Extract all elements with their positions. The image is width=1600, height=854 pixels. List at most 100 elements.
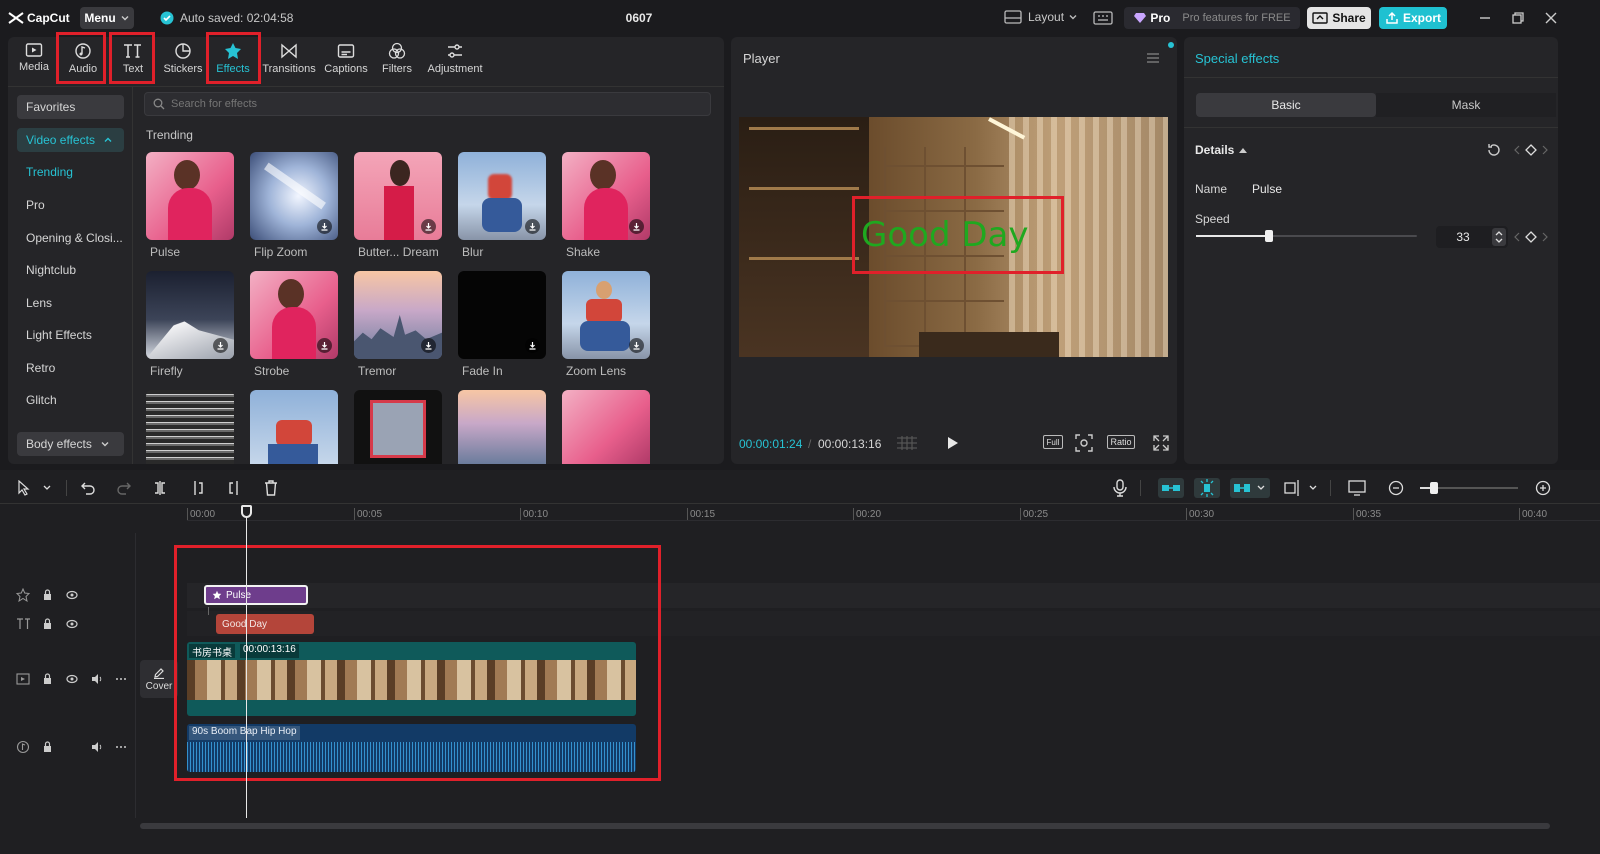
main-track-magnet-button[interactable]	[1158, 478, 1184, 498]
category-opening-closing[interactable]: Opening & Closi...	[17, 226, 124, 250]
tab-basic[interactable]: Basic	[1196, 93, 1376, 117]
tab-adjustment[interactable]: Adjustment	[427, 42, 483, 80]
effect-card-tremor[interactable]	[354, 271, 442, 359]
menu-button[interactable]: Menu	[80, 7, 134, 29]
effect-card-pulse[interactable]	[146, 152, 234, 240]
details-section-header[interactable]: Details	[1195, 143, 1248, 157]
tab-transitions[interactable]: Transitions	[262, 42, 316, 80]
tab-text[interactable]: Text	[108, 42, 158, 80]
speed-value[interactable]: 33	[1436, 230, 1490, 244]
tab-filters[interactable]: Filters	[372, 42, 422, 80]
undo-button[interactable]	[80, 480, 96, 496]
category-light-effects[interactable]: Light Effects	[17, 323, 124, 347]
effect-card-butterfly-dream[interactable]	[354, 152, 442, 240]
effect-card-blur[interactable]	[458, 152, 546, 240]
effect-card-shake[interactable]	[562, 152, 650, 240]
overlay-text-good-day[interactable]: Good Day	[861, 215, 1028, 255]
download-icon[interactable]	[629, 338, 644, 353]
effects-search-field[interactable]	[171, 98, 671, 110]
record-audio-button[interactable]	[1112, 479, 1128, 497]
export-button[interactable]: Export	[1379, 7, 1447, 29]
zoom-fit-button[interactable]	[1075, 434, 1093, 452]
effect-card-zoom-lens[interactable]	[562, 271, 650, 359]
download-icon[interactable]	[525, 338, 540, 353]
effect-card-row3-5[interactable]	[562, 390, 650, 464]
layout-button[interactable]: Layout	[1004, 10, 1078, 24]
zoom-slider-track[interactable]	[1420, 482, 1518, 494]
effect-card-firefly[interactable]	[146, 271, 234, 359]
auto-snapping-button[interactable]	[1194, 478, 1220, 498]
timeline-scrollbar[interactable]	[140, 823, 1550, 829]
speed-keyframe-controls[interactable]	[1513, 230, 1549, 244]
download-icon[interactable]	[525, 219, 540, 234]
stepper-arrows[interactable]	[1492, 228, 1506, 246]
effect-card-row3-1[interactable]	[146, 390, 234, 464]
effect-card-row3-2[interactable]	[250, 390, 338, 464]
keyboard-shortcuts-button[interactable]	[1093, 10, 1113, 26]
full-quality-button[interactable]: Full	[1043, 435, 1063, 449]
pro-banner[interactable]: Pro Pro features for FREE	[1124, 7, 1300, 29]
download-icon[interactable]	[629, 219, 644, 234]
redo-button[interactable]	[116, 480, 132, 496]
effect-clip-pulse[interactable]: Pulse	[204, 585, 308, 605]
speed-slider-handle[interactable]	[1264, 230, 1273, 242]
effect-card-row3-4[interactable]	[458, 390, 546, 464]
ratio-button[interactable]: Ratio	[1107, 435, 1135, 449]
reset-button[interactable]	[1486, 142, 1502, 158]
preview-axis-button[interactable]	[1284, 479, 1320, 497]
delete-button[interactable]	[263, 480, 279, 496]
category-favorites[interactable]: Favorites	[17, 95, 124, 119]
playhead[interactable]	[246, 510, 247, 818]
share-button[interactable]: Share	[1307, 7, 1371, 29]
split-left-button[interactable]	[190, 480, 206, 496]
speed-stepper[interactable]: 33	[1436, 226, 1508, 248]
speed-slider-track[interactable]	[1196, 230, 1417, 242]
category-lens[interactable]: Lens	[17, 291, 124, 315]
download-icon[interactable]	[213, 338, 228, 353]
fullscreen-button[interactable]	[1153, 435, 1169, 451]
cover-button[interactable]: Cover	[140, 660, 178, 698]
effect-card-flip-zoom[interactable]	[250, 152, 338, 240]
download-icon[interactable]	[317, 219, 332, 234]
linkage-button[interactable]	[1230, 478, 1270, 498]
split-button[interactable]	[152, 480, 168, 496]
download-icon[interactable]	[317, 338, 332, 353]
category-retro[interactable]: Retro	[17, 356, 124, 380]
effect-card-fade-in[interactable]	[458, 271, 546, 359]
effect-card-strobe[interactable]	[250, 271, 338, 359]
timeline-view-button[interactable]	[896, 435, 918, 451]
tab-media[interactable]: Media	[9, 42, 59, 80]
player-menu-button[interactable]	[1146, 52, 1160, 64]
zoom-slider-handle[interactable]	[1430, 482, 1438, 494]
download-icon[interactable]	[421, 338, 436, 353]
close-window-button[interactable]	[1544, 11, 1558, 25]
effects-search-input[interactable]	[144, 92, 711, 116]
select-tool-button[interactable]	[17, 480, 53, 496]
keyframe-controls[interactable]	[1513, 143, 1549, 157]
zoom-in-button[interactable]	[1535, 480, 1551, 496]
project-title[interactable]: 0607	[600, 11, 678, 25]
category-trending[interactable]: Trending	[17, 160, 124, 184]
maximize-button[interactable]	[1511, 11, 1525, 25]
preview-window-button[interactable]	[1348, 480, 1366, 496]
tab-effects[interactable]: Effects	[208, 42, 258, 80]
category-glitch[interactable]: Glitch	[17, 388, 124, 412]
category-nightclub[interactable]: Nightclub	[17, 258, 124, 282]
tab-stickers[interactable]: Stickers	[158, 42, 208, 80]
category-body-effects[interactable]: Body effects	[17, 432, 124, 456]
download-icon[interactable]	[421, 219, 436, 234]
zoom-out-button[interactable]	[1388, 480, 1404, 496]
playhead-handle[interactable]	[241, 505, 252, 518]
minimize-button[interactable]	[1478, 11, 1492, 25]
category-video-effects[interactable]: Video effects	[17, 128, 124, 152]
play-button[interactable]	[947, 436, 959, 450]
effect-card-row3-3[interactable]	[354, 390, 442, 464]
tab-captions[interactable]: Captions	[321, 42, 371, 80]
text-clip-good-day[interactable]: Good Day	[216, 614, 314, 634]
split-right-button[interactable]	[226, 480, 242, 496]
category-pro[interactable]: Pro	[17, 193, 124, 217]
video-clip[interactable]: 书房书桌 00:00:13:16	[187, 642, 636, 716]
tab-mask[interactable]: Mask	[1376, 93, 1556, 117]
audio-clip[interactable]: 90s Boom Bap Hip Hop	[187, 724, 636, 772]
tab-audio[interactable]: Audio	[58, 42, 108, 80]
